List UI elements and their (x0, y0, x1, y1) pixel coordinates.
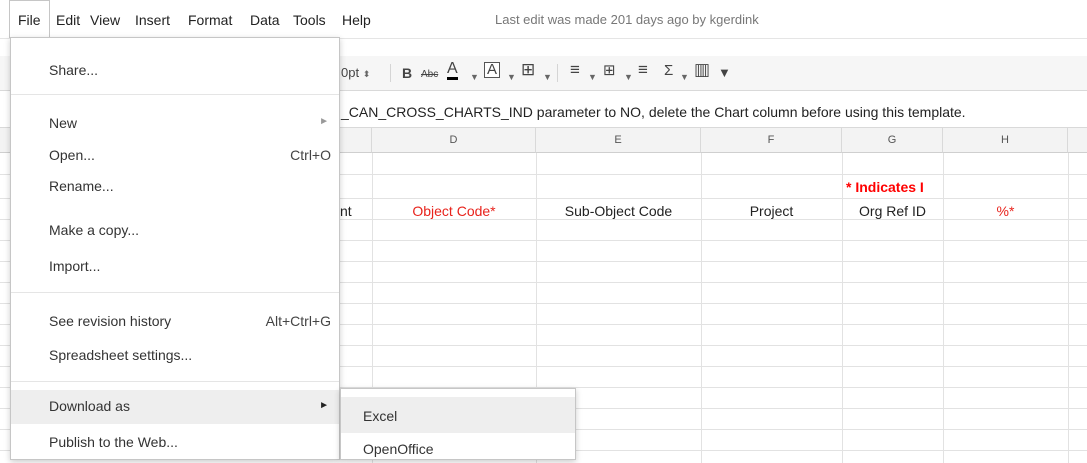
grid-line (842, 153, 843, 463)
menu-item-label: Open... (49, 147, 95, 163)
align-icon[interactable]: ≡ (570, 61, 580, 79)
menu-help[interactable]: Help (342, 11, 371, 29)
bold-button[interactable]: B (402, 64, 412, 82)
menu-item-revision-history[interactable]: See revision history Alt+Ctrl+G (11, 307, 339, 337)
header-cell-percent[interactable]: %* (943, 202, 1068, 220)
menu-bar: File Edit View Insert Format Data Tools … (0, 0, 1087, 39)
text-color-caret-icon[interactable]: ▼ (470, 68, 479, 86)
grid-line (701, 153, 702, 463)
borders-icon[interactable]: ⊞ (521, 61, 535, 79)
column-header-h[interactable]: H (943, 127, 1068, 153)
menu-item-label: OpenOffice (363, 441, 434, 457)
menu-item-spreadsheet-settings[interactable]: Spreadsheet settings... (11, 341, 339, 371)
shortcut-label: Alt+Ctrl+G (265, 313, 331, 329)
menu-file-label: File (18, 12, 41, 28)
column-header-next (1068, 127, 1087, 153)
menu-item-rename[interactable]: Rename... (11, 172, 339, 202)
menu-edit[interactable]: Edit (56, 11, 80, 29)
menu-item-new[interactable]: New ► (11, 109, 339, 139)
header-cell-object-code[interactable]: Object Code* (372, 202, 536, 220)
insert-chart-icon[interactable]: ▥ (694, 61, 710, 79)
column-header-e[interactable]: E (536, 127, 701, 153)
submenu-arrow-icon: ► (319, 400, 329, 411)
fill-color-caret-icon[interactable]: ▼ (507, 68, 516, 86)
menu-item-import[interactable]: Import... (11, 252, 339, 282)
font-size-caret-icon: ⬍ (362, 69, 371, 79)
menu-item-label: Publish to the Web... (49, 434, 178, 450)
file-menu-dropdown: Share... New ► Open... Ctrl+O Rename... Ma… (10, 37, 340, 460)
download-openoffice-item[interactable]: OpenOffice (341, 433, 575, 459)
strikethrough-button[interactable]: Abc (421, 66, 438, 84)
required-indicator-cell[interactable]: * Indicates I (842, 178, 947, 196)
header-cell-partial[interactable]: nt (340, 202, 370, 220)
fill-color-icon[interactable]: A (484, 62, 501, 78)
menu-item-download-as[interactable]: Download as ► (11, 390, 339, 424)
template-notice-text: _CAN_CROSS_CHARTS_IND parameter to NO, d… (341, 104, 966, 120)
menu-item-label: Download as (49, 398, 130, 414)
menu-insert[interactable]: Insert (135, 11, 170, 29)
shortcut-label: Ctrl+O (290, 147, 331, 163)
menu-view[interactable]: View (90, 11, 120, 29)
menu-data[interactable]: Data (250, 11, 280, 29)
header-cell-sub-object-code[interactable]: Sub-Object Code (536, 202, 701, 220)
toolbar-divider (390, 64, 391, 82)
menu-file[interactable]: File (9, 0, 50, 38)
filter-icon[interactable]: ▼ (718, 64, 731, 82)
wrap-text-icon[interactable]: ≡ (638, 61, 648, 79)
header-cell-org-ref-id[interactable]: Org Ref ID (842, 202, 943, 220)
column-header-f[interactable]: F (701, 127, 842, 153)
last-edit-link[interactable]: Last edit was made 201 days ago by kgerd… (495, 12, 759, 27)
menu-item-make-copy[interactable]: Make a copy... (11, 216, 339, 246)
font-size-value: 0pt (341, 65, 360, 80)
menu-item-label: Share... (49, 62, 99, 78)
borders-caret-icon[interactable]: ▼ (543, 68, 552, 86)
menu-separator (11, 381, 339, 382)
menu-item-label: Excel (363, 408, 398, 424)
functions-icon[interactable]: Σ (664, 62, 673, 80)
merge-cells-icon[interactable]: ⊞ (603, 62, 616, 80)
align-caret-icon[interactable]: ▼ (588, 68, 597, 86)
functions-caret-icon[interactable]: ▼ (680, 68, 689, 86)
header-cell-project[interactable]: Project (701, 202, 842, 220)
text-color-icon[interactable]: A (447, 61, 458, 80)
column-header-g[interactable]: G (842, 127, 943, 153)
menu-item-share[interactable]: Share... (11, 56, 339, 86)
menu-item-label: Make a copy... (49, 222, 140, 238)
submenu-arrow-icon: ► (319, 116, 329, 127)
toolbar-divider (557, 64, 558, 82)
menu-separator (11, 94, 339, 95)
merge-caret-icon[interactable]: ▼ (624, 68, 633, 86)
menu-separator (11, 292, 339, 293)
menu-item-label: Rename... (49, 178, 114, 194)
grid-line (1068, 153, 1069, 463)
menu-item-label: See revision history (49, 313, 172, 329)
menu-item-label: New (49, 115, 78, 131)
menu-tools[interactable]: Tools (293, 11, 326, 29)
font-size-select[interactable]: 0pt ⬍ (341, 64, 370, 83)
menu-format[interactable]: Format (188, 11, 232, 29)
download-excel-item[interactable]: Excel (341, 397, 575, 433)
menu-item-open[interactable]: Open... Ctrl+O (11, 141, 339, 171)
grid-line (943, 153, 944, 463)
download-as-submenu: Excel OpenOffice (340, 388, 576, 460)
menu-item-publish-to-web[interactable]: Publish to the Web... (11, 428, 339, 458)
column-header-d[interactable]: D (372, 127, 536, 153)
menu-item-label: Import... (49, 258, 101, 274)
menu-item-label: Spreadsheet settings... (49, 347, 193, 363)
